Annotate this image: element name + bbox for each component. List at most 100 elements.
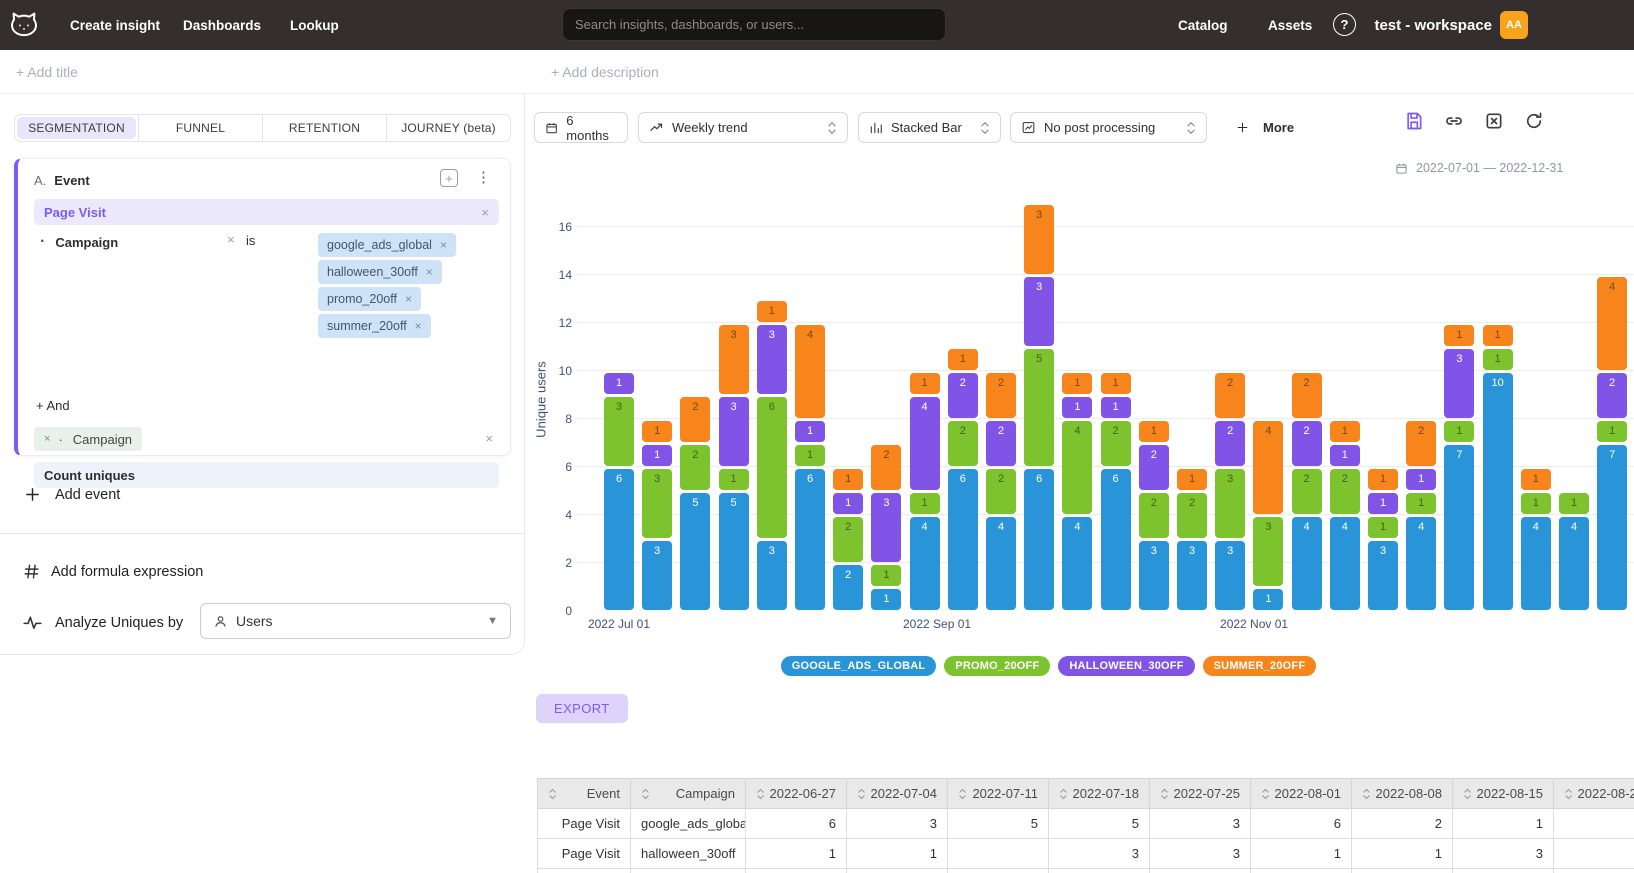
bar-segment[interactable]: 3 bbox=[1024, 277, 1054, 346]
column-header[interactable]: 2022-08-15 bbox=[1453, 779, 1554, 809]
add-description-button[interactable]: + Add description bbox=[551, 64, 659, 80]
bar-segment[interactable]: 1 bbox=[1330, 421, 1360, 442]
bar-segment[interactable]: 2 bbox=[680, 397, 710, 442]
bar-segment[interactable]: 2 bbox=[1330, 469, 1360, 514]
bar-segment[interactable]: 5 bbox=[680, 493, 710, 610]
bar-segment[interactable]: 2 bbox=[1292, 469, 1322, 514]
remove-breakdown-icon[interactable]: × bbox=[44, 433, 50, 445]
legend-item[interactable]: SUMMER_20OFF bbox=[1203, 656, 1317, 676]
bar-segment[interactable]: 1 bbox=[1521, 469, 1551, 490]
bar-segment[interactable]: 3 bbox=[757, 325, 787, 394]
sort-icon[interactable] bbox=[548, 788, 557, 800]
nav-dashboards[interactable]: Dashboards bbox=[183, 0, 261, 50]
bar-segment[interactable]: 2 bbox=[948, 421, 978, 466]
breakdown-tag[interactable]: × · Campaign bbox=[34, 427, 142, 451]
bar-segment[interactable]: 1 bbox=[1406, 469, 1436, 490]
remove-tag-icon[interactable]: × bbox=[426, 265, 433, 279]
bar-segment[interactable]: 1 bbox=[1406, 493, 1436, 514]
bar-segment[interactable]: 4 bbox=[910, 397, 940, 490]
bar-segment[interactable]: 1 bbox=[1444, 421, 1474, 442]
tab-funnel[interactable]: FUNNEL bbox=[139, 115, 263, 141]
bar-segment[interactable]: 3 bbox=[1215, 469, 1245, 538]
tab-journey-beta-[interactable]: JOURNEY (beta) bbox=[387, 115, 510, 141]
kebab-menu-icon[interactable]: ⋮ bbox=[476, 168, 490, 186]
bar-segment[interactable]: 3 bbox=[1444, 349, 1474, 418]
bar-segment[interactable]: 6 bbox=[948, 469, 978, 610]
property-value-tag[interactable]: halloween_30off× bbox=[318, 260, 442, 284]
bar-segment[interactable]: 6 bbox=[757, 397, 787, 538]
remove-tag-icon[interactable]: × bbox=[415, 319, 422, 333]
column-header[interactable]: 2022-07-11 bbox=[948, 779, 1049, 809]
trend-select[interactable]: Weekly trend bbox=[638, 112, 848, 143]
nav-create-insight[interactable]: Create insight bbox=[70, 0, 160, 50]
bar-segment[interactable]: 2 bbox=[1177, 493, 1207, 538]
operator-label[interactable]: is bbox=[246, 233, 255, 248]
bar-segment[interactable]: 6 bbox=[604, 469, 634, 610]
bar-segment[interactable]: 5 bbox=[719, 493, 749, 610]
add-event-button[interactable]: Add event bbox=[24, 486, 120, 503]
export-button[interactable]: EXPORT bbox=[536, 694, 628, 723]
add-title-button[interactable]: + Add title bbox=[16, 64, 78, 80]
bar-segment[interactable]: 1 bbox=[910, 373, 940, 394]
bar-segment[interactable]: 1 bbox=[871, 589, 901, 610]
bar-segment[interactable]: 2 bbox=[948, 373, 978, 418]
property-value-tag[interactable]: google_ads_global× bbox=[318, 233, 456, 257]
bar-segment[interactable]: 4 bbox=[1062, 517, 1092, 610]
bar-segment[interactable]: 2 bbox=[871, 445, 901, 490]
bar-segment[interactable]: 1 bbox=[1101, 397, 1131, 418]
bar-segment[interactable]: 1 bbox=[1368, 517, 1398, 538]
remove-tag-icon[interactable]: × bbox=[440, 238, 447, 252]
bar-segment[interactable]: 4 bbox=[1062, 421, 1092, 514]
bar-segment[interactable]: 3 bbox=[604, 397, 634, 466]
sort-icon[interactable] bbox=[1362, 788, 1371, 800]
bar-segment[interactable]: 4 bbox=[1597, 277, 1627, 370]
bar-segment[interactable]: 4 bbox=[795, 325, 825, 418]
bar-segment[interactable]: 4 bbox=[1521, 517, 1551, 610]
bar-segment[interactable]: 2 bbox=[1292, 373, 1322, 418]
bar-segment[interactable]: 1 bbox=[1597, 421, 1627, 442]
column-header[interactable]: Event bbox=[538, 779, 631, 809]
legend-item[interactable]: HALLOWEEN_30OFF bbox=[1058, 656, 1194, 676]
close-box-icon[interactable] bbox=[1484, 111, 1504, 131]
bar-segment[interactable]: 3 bbox=[871, 493, 901, 562]
bar-segment[interactable]: 1 bbox=[910, 493, 940, 514]
bar-segment[interactable]: 3 bbox=[719, 325, 749, 394]
bar-segment[interactable]: 4 bbox=[1406, 517, 1436, 610]
legend-item[interactable]: GOOGLE_ADS_GLOBAL bbox=[781, 656, 937, 676]
bar-segment[interactable]: 1 bbox=[642, 421, 672, 442]
sort-icon[interactable] bbox=[1463, 788, 1472, 800]
duplicate-series-icon[interactable]: + bbox=[440, 169, 458, 187]
bar-segment[interactable]: 2 bbox=[1597, 373, 1627, 418]
bar-segment[interactable]: 2 bbox=[833, 565, 863, 610]
sort-icon[interactable] bbox=[958, 788, 967, 800]
legend-item[interactable]: PROMO_20OFF bbox=[944, 656, 1050, 676]
aggregation-row[interactable]: Count uniques bbox=[34, 462, 499, 488]
bar-segment[interactable]: 3 bbox=[1024, 205, 1054, 274]
bar-segment[interactable]: 1 bbox=[1368, 493, 1398, 514]
chart-type-select[interactable]: Stacked Bar bbox=[858, 112, 1001, 143]
bar-segment[interactable]: 4 bbox=[1253, 421, 1283, 514]
bar-segment[interactable]: 1 bbox=[642, 445, 672, 466]
bar-segment[interactable]: 10 bbox=[1483, 373, 1513, 610]
bar-segment[interactable]: 2 bbox=[986, 373, 1016, 418]
bar-segment[interactable]: 3 bbox=[719, 397, 749, 466]
bar-segment[interactable]: 1 bbox=[1521, 493, 1551, 514]
column-header[interactable]: Campaign bbox=[631, 779, 746, 809]
bar-segment[interactable]: 1 bbox=[1483, 325, 1513, 346]
remove-event-icon[interactable]: × bbox=[481, 205, 489, 220]
selected-event-row[interactable]: Page Visit × bbox=[34, 199, 499, 225]
bar-segment[interactable]: 4 bbox=[1330, 517, 1360, 610]
bar-segment[interactable]: 4 bbox=[910, 517, 940, 610]
bar-segment[interactable]: 5 bbox=[1024, 349, 1054, 466]
tab-retention[interactable]: RETENTION bbox=[263, 115, 387, 141]
app-logo-cat-icon[interactable] bbox=[8, 9, 40, 41]
bar-segment[interactable]: 4 bbox=[986, 517, 1016, 610]
bar-segment[interactable]: 6 bbox=[1024, 469, 1054, 610]
bar-segment[interactable]: 3 bbox=[757, 541, 787, 610]
property-value-tag[interactable]: summer_20off× bbox=[318, 314, 431, 338]
bar-segment[interactable]: 1 bbox=[795, 421, 825, 442]
bar-segment[interactable]: 1 bbox=[757, 301, 787, 322]
sort-icon[interactable] bbox=[756, 788, 765, 800]
column-header[interactable]: 2022-06-27 bbox=[746, 779, 847, 809]
sort-icon[interactable] bbox=[1059, 788, 1068, 800]
